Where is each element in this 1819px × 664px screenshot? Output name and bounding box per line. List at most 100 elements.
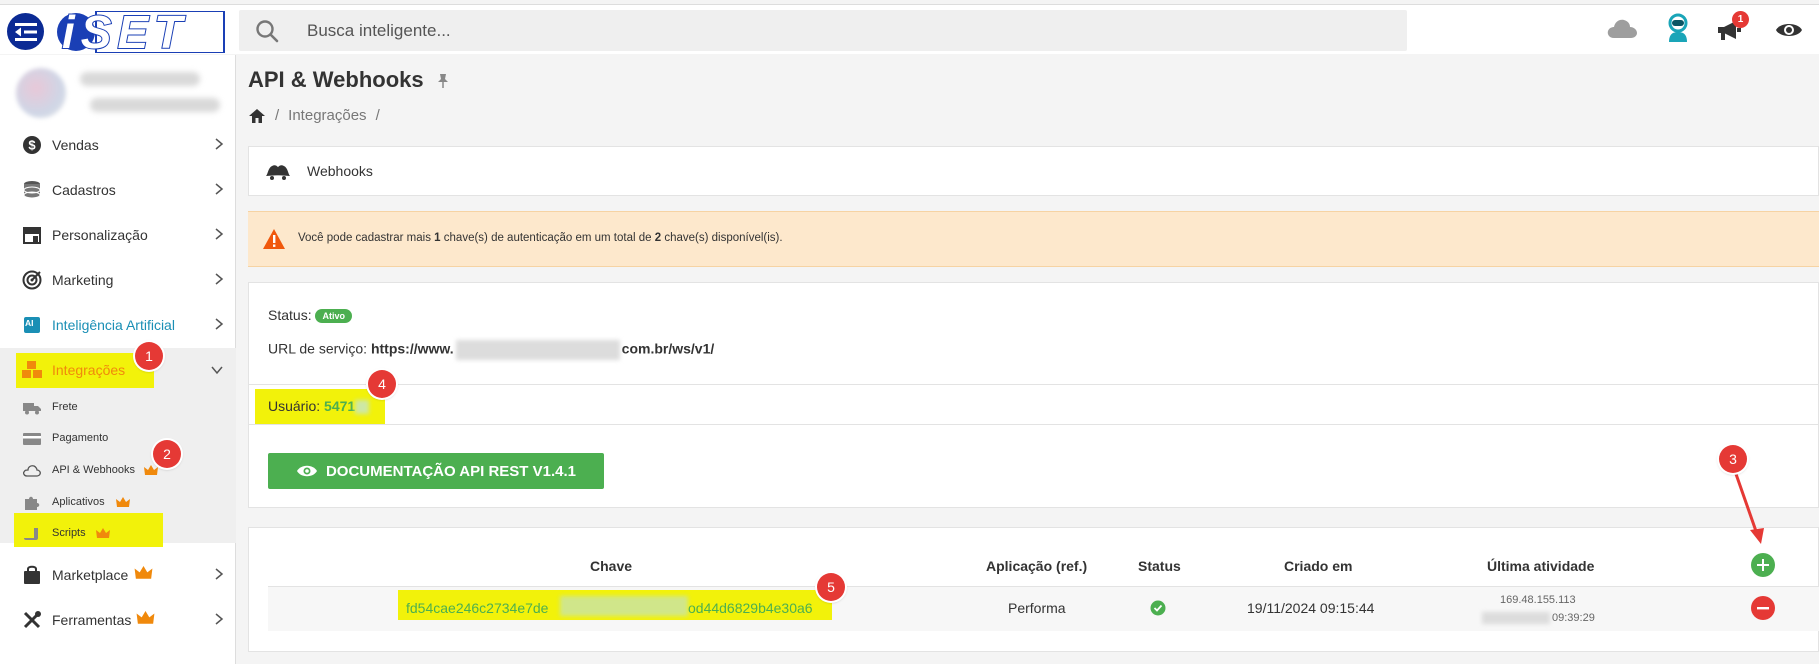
page-title: API & Webhooks (248, 67, 450, 93)
service-url-suffix: com.br/ws/v1/ (621, 340, 715, 357)
sidebar-item-personalizacao[interactable]: Personalização (0, 213, 236, 257)
annotation-step-5: 5 (817, 573, 845, 601)
sidebar-item-cadastros[interactable]: Cadastros (0, 168, 236, 212)
column-header-aplicacao[interactable]: Aplicação (ref.) (986, 558, 1087, 574)
created-at: 19/11/2024 09:15:44 (1247, 600, 1375, 616)
sidebar-item-marketplace[interactable]: Marketplace (0, 553, 236, 597)
sidebar-item-label: Vendas (52, 137, 99, 153)
search-bar[interactable] (239, 10, 1407, 51)
chevron-right-icon (215, 273, 224, 285)
sidebar-item-label: Marketplace (52, 567, 129, 583)
profile-role-blurred (90, 98, 220, 112)
shopping-bag-icon (21, 564, 43, 586)
application-ref: Performa (1008, 600, 1066, 616)
last-activity-date-redacted (1482, 612, 1550, 624)
sidebar-subitem-pagamento[interactable]: Pagamento (0, 424, 236, 454)
announcements-button[interactable]: 1 (1716, 11, 1749, 46)
sidebar-subitem-frete[interactable]: Frete (0, 393, 236, 423)
avatar (16, 68, 66, 118)
annotation-arrow (1734, 473, 1764, 544)
service-url-prefix: https://www. (370, 340, 454, 357)
sidebar-item-label: Personalização (52, 227, 148, 243)
top-bar: iSET 1 (0, 4, 1819, 58)
last-activity-ip: 169.48.155.113 (1500, 594, 1576, 606)
sidebar-item-inteligencia-artificial[interactable]: AI Inteligência Artificial (0, 303, 236, 347)
sidebar-subitem-label: Scripts (52, 527, 86, 539)
chevron-down-icon (211, 366, 223, 375)
sidebar: $ Vendas Cadastros Personalização Market… (0, 55, 236, 664)
webhooks-label: Webhooks (307, 163, 373, 179)
sidebar-item-label: Marketing (52, 272, 114, 288)
key-start[interactable]: fd54cae246c2734e7de (406, 600, 548, 616)
target-icon (21, 269, 43, 291)
crown-icon (136, 611, 155, 624)
visibility-eye-icon[interactable] (1775, 19, 1803, 41)
menu-collapse-icon (14, 22, 37, 41)
key-end[interactable]: od44d6829b4e30a6 (688, 600, 813, 616)
url-redacted (455, 340, 620, 360)
plus-icon (1757, 559, 1769, 571)
status-badge: Ativo (315, 309, 352, 324)
truck-icon (23, 403, 41, 415)
sidebar-subitem-label: Aplicativos (52, 496, 105, 508)
svg-text:$: $ (28, 138, 36, 153)
webhooks-section-header[interactable]: Webhooks (248, 146, 1819, 196)
sidebar-subitem-scripts[interactable]: Scripts (0, 519, 236, 549)
sidebar-item-label: Cadastros (52, 182, 116, 198)
sidebar-subitem-label: Frete (52, 401, 78, 413)
search-input[interactable] (307, 10, 1307, 51)
sidebar-item-ferramentas[interactable]: Ferramentas (0, 598, 236, 642)
key-redacted (560, 596, 688, 616)
crown-icon (96, 528, 110, 538)
search-icon (256, 20, 279, 43)
last-activity-time: 09:39:29 (1552, 612, 1595, 624)
user-profile[interactable] (10, 60, 225, 120)
sidebar-item-integracoes[interactable]: Integrações (0, 348, 236, 392)
profile-name-blurred (80, 72, 200, 86)
annotation-step-4: 4 (368, 370, 396, 398)
annotation-step-1: 1 (135, 342, 163, 370)
chevron-right-icon (215, 228, 224, 240)
sidebar-item-label: Inteligência Artificial (52, 317, 175, 333)
tools-icon (21, 609, 43, 631)
credit-card-icon (23, 433, 41, 445)
bells-icon (266, 165, 290, 180)
add-key-button[interactable] (1751, 553, 1775, 577)
service-url-row: URL de serviço: https://www. com.br/ws/v1… (268, 340, 714, 360)
quota-alert: Você pode cadastrar mais 1 chave(s) de a… (248, 211, 1819, 267)
api-docs-button[interactable]: DOCUMENTAÇÃO API REST V1.4.1 (268, 453, 604, 489)
column-header-ultima-atividade[interactable]: Última atividade (1487, 558, 1594, 574)
column-header-chave[interactable]: Chave (590, 558, 632, 574)
alert-text: Você pode cadastrar mais 1 chave(s) de a… (298, 232, 783, 244)
support-assistant-icon[interactable] (1665, 13, 1691, 43)
home-icon[interactable] (248, 108, 266, 124)
user-id: 5471 (324, 398, 356, 414)
brand-logo[interactable]: iSET (56, 6, 226, 58)
sidebar-subitem-label: Pagamento (52, 432, 109, 444)
column-header-status[interactable]: Status (1138, 558, 1181, 574)
menu-toggle-button[interactable] (7, 13, 44, 50)
remove-key-button[interactable] (1751, 596, 1775, 620)
chevron-right-icon (215, 318, 224, 330)
sidebar-subitem-api-webhooks[interactable]: API & Webhooks (0, 456, 236, 486)
notification-badge: 1 (1732, 11, 1749, 28)
sidebar-subitem-label: API & Webhooks (52, 464, 135, 476)
sidebar-item-marketing[interactable]: Marketing (0, 258, 236, 302)
cloud-icon[interactable] (1606, 17, 1638, 39)
breadcrumb: / Integrações / (248, 107, 380, 124)
cloud-outline-icon (23, 465, 41, 477)
sidebar-subitem-aplicativos[interactable]: Aplicativos (0, 488, 236, 518)
crown-icon (116, 497, 130, 507)
eye-icon (296, 465, 317, 477)
breadcrumb-integracoes[interactable]: Integrações (288, 107, 366, 124)
column-header-criado-em[interactable]: Criado em (1284, 558, 1352, 574)
sidebar-item-vendas[interactable]: $ Vendas (0, 123, 236, 167)
chevron-right-icon (215, 138, 224, 150)
puzzle-icon (25, 496, 40, 510)
warning-icon (263, 229, 285, 249)
check-circle-icon (1150, 600, 1166, 616)
cubes-icon (21, 359, 43, 381)
dollar-icon: $ (21, 134, 43, 156)
ai-chip-icon: AI (21, 314, 43, 336)
pin-icon[interactable] (436, 73, 450, 89)
